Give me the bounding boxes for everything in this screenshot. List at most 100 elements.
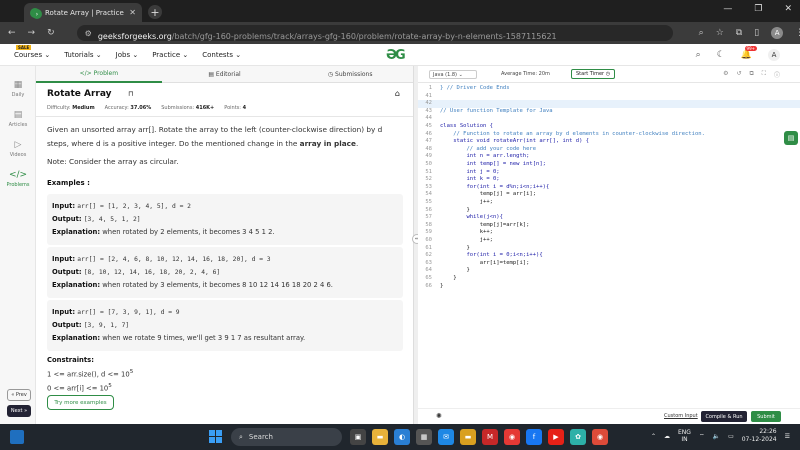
cloud-icon[interactable]: ☁ (664, 433, 670, 440)
compile-run-button[interactable]: Compile & Run (701, 411, 747, 422)
code-line[interactable]: 61 } (418, 245, 800, 253)
code-editor[interactable]: 1} // Driver Code Ends 41 42 43 // User func… (418, 83, 800, 408)
code-line[interactable]: 45 class Solution { (418, 123, 800, 131)
chrome-icon[interactable]: ◉ (592, 429, 608, 445)
fullscreen-icon[interactable]: ⛶ (762, 70, 766, 79)
url-input[interactable]: ⚙ geeksforgeeks.org/batch/gfg-160-proble… (76, 25, 673, 41)
tab-problem[interactable]: </> Problem (36, 66, 162, 83)
code-line[interactable]: 41 (418, 93, 800, 101)
forward-icon[interactable]: → (28, 28, 36, 38)
battery-icon[interactable]: ▭ (728, 433, 734, 440)
rail-videos[interactable]: ▷ Videos (0, 140, 36, 158)
user-avatar[interactable]: A (768, 49, 780, 61)
mail-icon[interactable]: ✉ (438, 429, 454, 445)
code-line[interactable]: 57 while(j<n){ (418, 214, 800, 222)
next-button[interactable]: Next » (7, 405, 31, 417)
code-line[interactable]: 48 // add your code here (418, 146, 800, 154)
back-icon[interactable]: ← (8, 28, 16, 38)
file-explorer-icon[interactable]: ▬ (372, 429, 388, 445)
bookmark-icon[interactable]: ⊓ (128, 90, 133, 98)
code-line[interactable]: 58 temp[j]=arr[k]; (418, 222, 800, 230)
start-timer-button[interactable]: Start Timer ◷ (571, 69, 616, 79)
nav-tutorials[interactable]: Tutorials ⌄ (64, 51, 101, 59)
rail-articles[interactable]: ▤ Articles (0, 110, 36, 128)
code-line[interactable]: 63 arr[i]=temp[i]; (418, 260, 800, 268)
custom-input-link[interactable]: Custom Input (664, 413, 698, 419)
sidepanel-icon[interactable]: ▯ (754, 28, 759, 38)
gfg-logo[interactable]: ƏG (386, 48, 416, 63)
edge-icon[interactable]: ◐ (394, 429, 410, 445)
folder-icon[interactable]: ▬ (460, 429, 476, 445)
close-tab-icon[interactable]: ✕ (129, 8, 136, 17)
chat-icon[interactable]: ▤ (784, 131, 798, 145)
code-line[interactable]: 62 for(int i = 0;i<n;i++){ (418, 252, 800, 260)
tab-submissions[interactable]: ◷ Submissions (287, 71, 413, 78)
code-line[interactable]: 51 int j = 0; (418, 169, 800, 177)
code-line[interactable]: 42 (418, 100, 800, 108)
code-line[interactable]: 64 } (418, 267, 800, 275)
menu-kebab-icon[interactable]: ⋮ (795, 28, 800, 38)
code-line[interactable]: 55 j++; (418, 199, 800, 207)
language-select[interactable]: Java (1.8) ⌄ (429, 70, 477, 79)
prev-button[interactable]: « Prev (7, 389, 31, 401)
code-line[interactable]: 44 (418, 115, 800, 123)
clock[interactable]: 22:26 07-12-2024 (742, 428, 777, 444)
theme-toggle-icon[interactable]: ☾ (717, 50, 725, 60)
code-line[interactable]: 49 int n = arr.length; (418, 153, 800, 161)
volume-icon[interactable]: 🔈 (713, 433, 720, 440)
settings-icon[interactable]: ⚙ (723, 70, 728, 79)
expand-rail-icon[interactable]: › (32, 9, 42, 19)
widgets-icon[interactable] (10, 430, 24, 444)
nav-contests[interactable]: Contests ⌄ (202, 51, 241, 59)
taskbar-search[interactable]: ⌕ Search (231, 428, 342, 446)
try-more-examples-button[interactable]: Try more examples (47, 395, 114, 410)
nav-practice[interactable]: Practice ⌄ (152, 51, 188, 59)
youtube-icon[interactable]: ▶ (548, 429, 564, 445)
code-line[interactable]: 1} // Driver Code Ends (418, 85, 800, 93)
copy-icon[interactable]: ⧉ (749, 70, 753, 79)
notifications-icon[interactable]: ☰ (785, 433, 790, 440)
submit-button[interactable]: Submit (751, 411, 781, 422)
notification-bell-icon[interactable]: 🔔 99+ (741, 46, 757, 60)
hint-bulb-icon[interactable]: ✺ (436, 412, 442, 420)
code-line[interactable]: 50 int temp[] = new int[n]; (418, 161, 800, 169)
chrome-alt-icon[interactable]: ◉ (504, 429, 520, 445)
code-line[interactable]: 54 temp[j] = arr[i]; (418, 191, 800, 199)
code-line[interactable]: 53 for(int i = d%n;i<n;i++){ (418, 184, 800, 192)
tab-editorial[interactable]: ▤ Editorial (162, 71, 288, 78)
minimize-icon[interactable]: — (723, 4, 732, 14)
close-window-icon[interactable]: ✕ (784, 4, 792, 14)
maximize-icon[interactable]: ❐ (754, 4, 762, 14)
code-line[interactable]: 66} (418, 283, 800, 291)
code-line[interactable]: 65 } (418, 275, 800, 283)
code-line[interactable]: 59 k++; (418, 229, 800, 237)
bookmark-star-icon[interactable]: ☆ (716, 28, 724, 38)
nav-jobs[interactable]: Jobs ⌄ (116, 51, 139, 59)
code-line[interactable]: 52 int k = 0; (418, 176, 800, 184)
zoom-icon[interactable]: ⌕ (699, 28, 704, 38)
reset-icon[interactable]: ↺ (736, 70, 741, 79)
code-line[interactable]: 60 j++; (418, 237, 800, 245)
extensions-icon[interactable]: ⧉ (736, 28, 742, 38)
new-tab-button[interactable]: + (148, 5, 162, 19)
rail-problems[interactable]: </> Problems (0, 170, 36, 188)
info-icon[interactable]: ⓘ (774, 70, 780, 79)
code-line[interactable]: 46 // Function to rotate an array by d e… (418, 131, 800, 139)
language-indicator[interactable]: ENG IN (678, 429, 691, 443)
nav-courses[interactable]: SALE Courses ⌄ (14, 44, 50, 59)
profile-avatar[interactable]: A (771, 27, 784, 39)
facebook-icon[interactable]: f (526, 429, 542, 445)
wifi-icon[interactable]: ⌔ (699, 432, 705, 440)
home-icon[interactable]: ⌂ (395, 89, 400, 98)
store-icon[interactable]: ▦ (416, 429, 432, 445)
task-view-icon[interactable]: ▣ (350, 429, 366, 445)
windows-start-icon[interactable] (209, 430, 223, 444)
site-info-icon[interactable]: ⚙ (85, 29, 92, 38)
code-line[interactable]: 43 // User function Template for Java (418, 108, 800, 116)
mcafee-icon[interactable]: M (482, 429, 498, 445)
app-icon[interactable]: ✿ (570, 429, 586, 445)
search-icon[interactable]: ⌕ (696, 50, 701, 60)
reload-icon[interactable]: ↻ (47, 28, 55, 38)
code-line[interactable]: 47 static void rotateArr(int arr[], int … (418, 138, 800, 146)
code-line[interactable]: 56 } (418, 207, 800, 215)
